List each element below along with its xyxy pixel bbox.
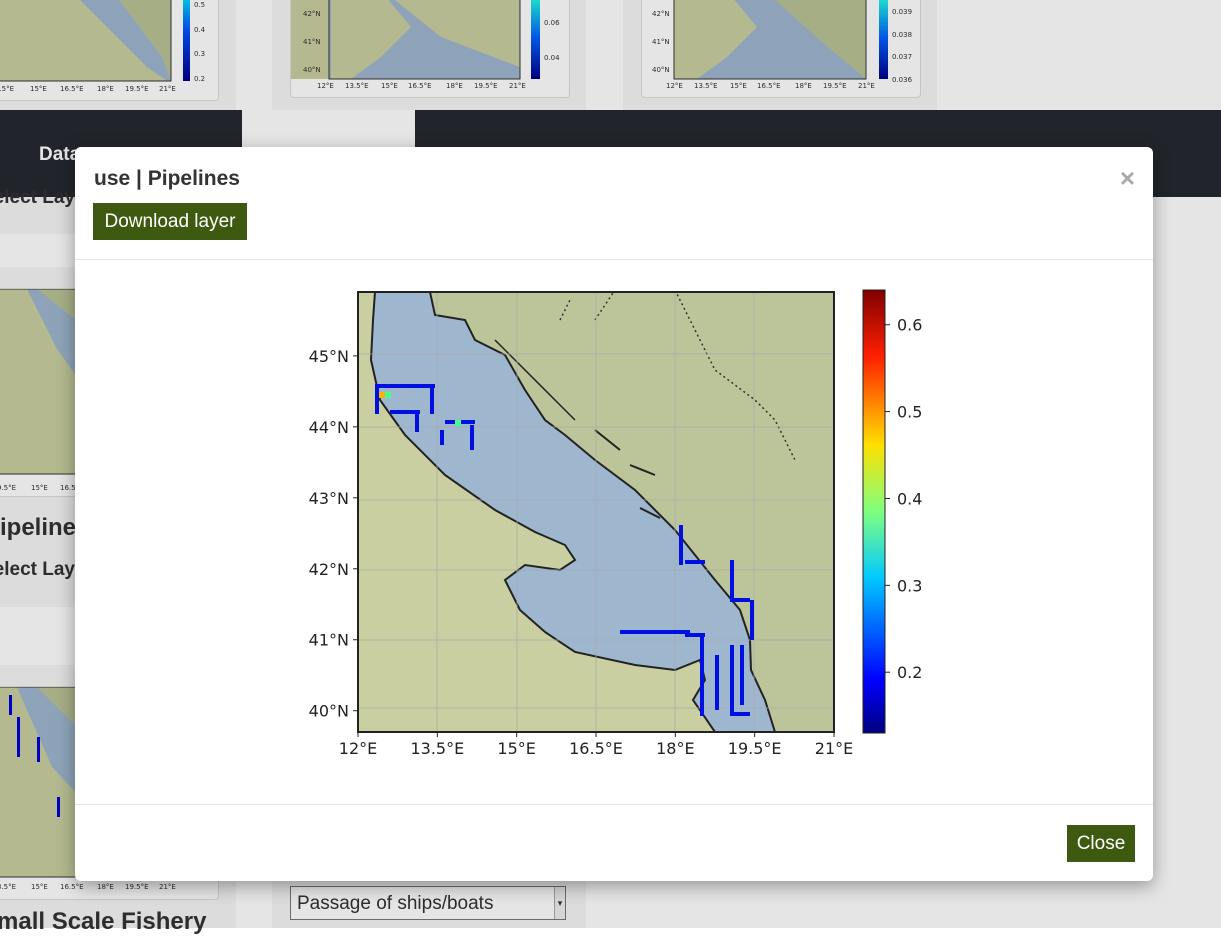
layer-preview-modal: use | Pipelines × Download layer 0.6 0.5… <box>75 147 1153 881</box>
x-tick-label: 18°E <box>656 739 694 758</box>
x-tick-label: 13.5°E <box>410 739 464 758</box>
x-tick-label: 16.5°E <box>569 739 623 758</box>
colorbar-tick-label: 0.3 <box>897 576 922 595</box>
y-tick-label: 42°N <box>309 560 349 579</box>
y-tick-label: 41°N <box>309 631 349 650</box>
y-tick-label: 40°N <box>309 702 349 721</box>
y-tick-label: 44°N <box>309 418 349 437</box>
x-tick-label: 21°E <box>815 739 853 758</box>
y-tick-label: 45°N <box>309 347 349 366</box>
colorbar-tick-label: 0.2 <box>897 663 922 682</box>
colorbar-tick-label: 0.6 <box>897 316 922 335</box>
close-icon[interactable]: × <box>1120 163 1135 194</box>
x-tick-label: 15°E <box>497 739 535 758</box>
colorbar <box>862 289 886 734</box>
y-tick-label: 43°N <box>309 489 349 508</box>
pipeline-density-map: 0.6 0.5 0.4 0.3 0.2 12°E 13.5°E 15°E 16.5°E 18°E… <box>309 289 922 758</box>
modal-body: 0.6 0.5 0.4 0.3 0.2 12°E 13.5°E 15°E 16.5°E 18°E… <box>75 260 1153 805</box>
colorbar-tick-label: 0.5 <box>897 403 922 422</box>
close-button[interactable]: Close <box>1067 825 1135 862</box>
x-tick-label: 12°E <box>339 739 377 758</box>
modal-title: use | Pipelines <box>94 167 240 190</box>
x-tick-label: 19.5°E <box>728 739 782 758</box>
colorbar-tick-label: 0.4 <box>897 489 922 508</box>
download-layer-button[interactable]: Download layer <box>93 203 247 240</box>
modal-header: use | Pipelines × Download layer <box>75 147 1153 260</box>
